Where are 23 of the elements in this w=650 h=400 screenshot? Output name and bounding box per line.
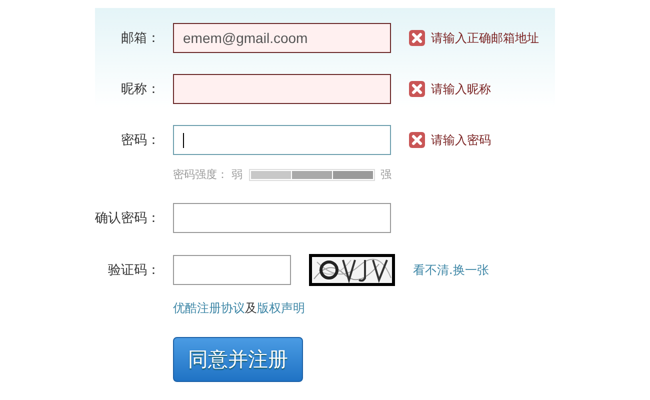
agreement-link[interactable]: 优酷注册协议	[173, 301, 245, 315]
strength-label: 强	[380, 167, 392, 182]
field-label: 邮箱：	[121, 30, 160, 47]
input-field[interactable]	[173, 203, 391, 233]
error-icon	[409, 81, 425, 97]
input-field[interactable]	[173, 255, 291, 285]
input-field[interactable]	[173, 125, 391, 155]
strength-label: 密码强度： 弱	[173, 167, 242, 182]
agreement-link[interactable]: 版权声明	[257, 301, 305, 315]
agreement-text: 优酷注册协议及版权声明	[173, 300, 306, 317]
error-message: 请输入正确邮箱地址	[431, 30, 539, 46]
error-message: 请输入密码	[431, 132, 491, 148]
refresh-link[interactable]: 看不清.换一张	[413, 262, 489, 278]
field-label: 确认密码：	[95, 210, 160, 227]
input-field[interactable]	[173, 74, 391, 104]
register-button[interactable]: 同意并注册	[173, 337, 303, 382]
error-message: 请输入昵称	[431, 80, 491, 98]
field-label: 验证码：	[108, 262, 160, 279]
error-icon	[409, 132, 425, 148]
field-label: 密码：	[121, 132, 160, 149]
input-field[interactable]: emem@gmail.coom	[173, 23, 391, 53]
field-label: 昵称：	[121, 81, 160, 98]
error-icon	[409, 30, 425, 46]
